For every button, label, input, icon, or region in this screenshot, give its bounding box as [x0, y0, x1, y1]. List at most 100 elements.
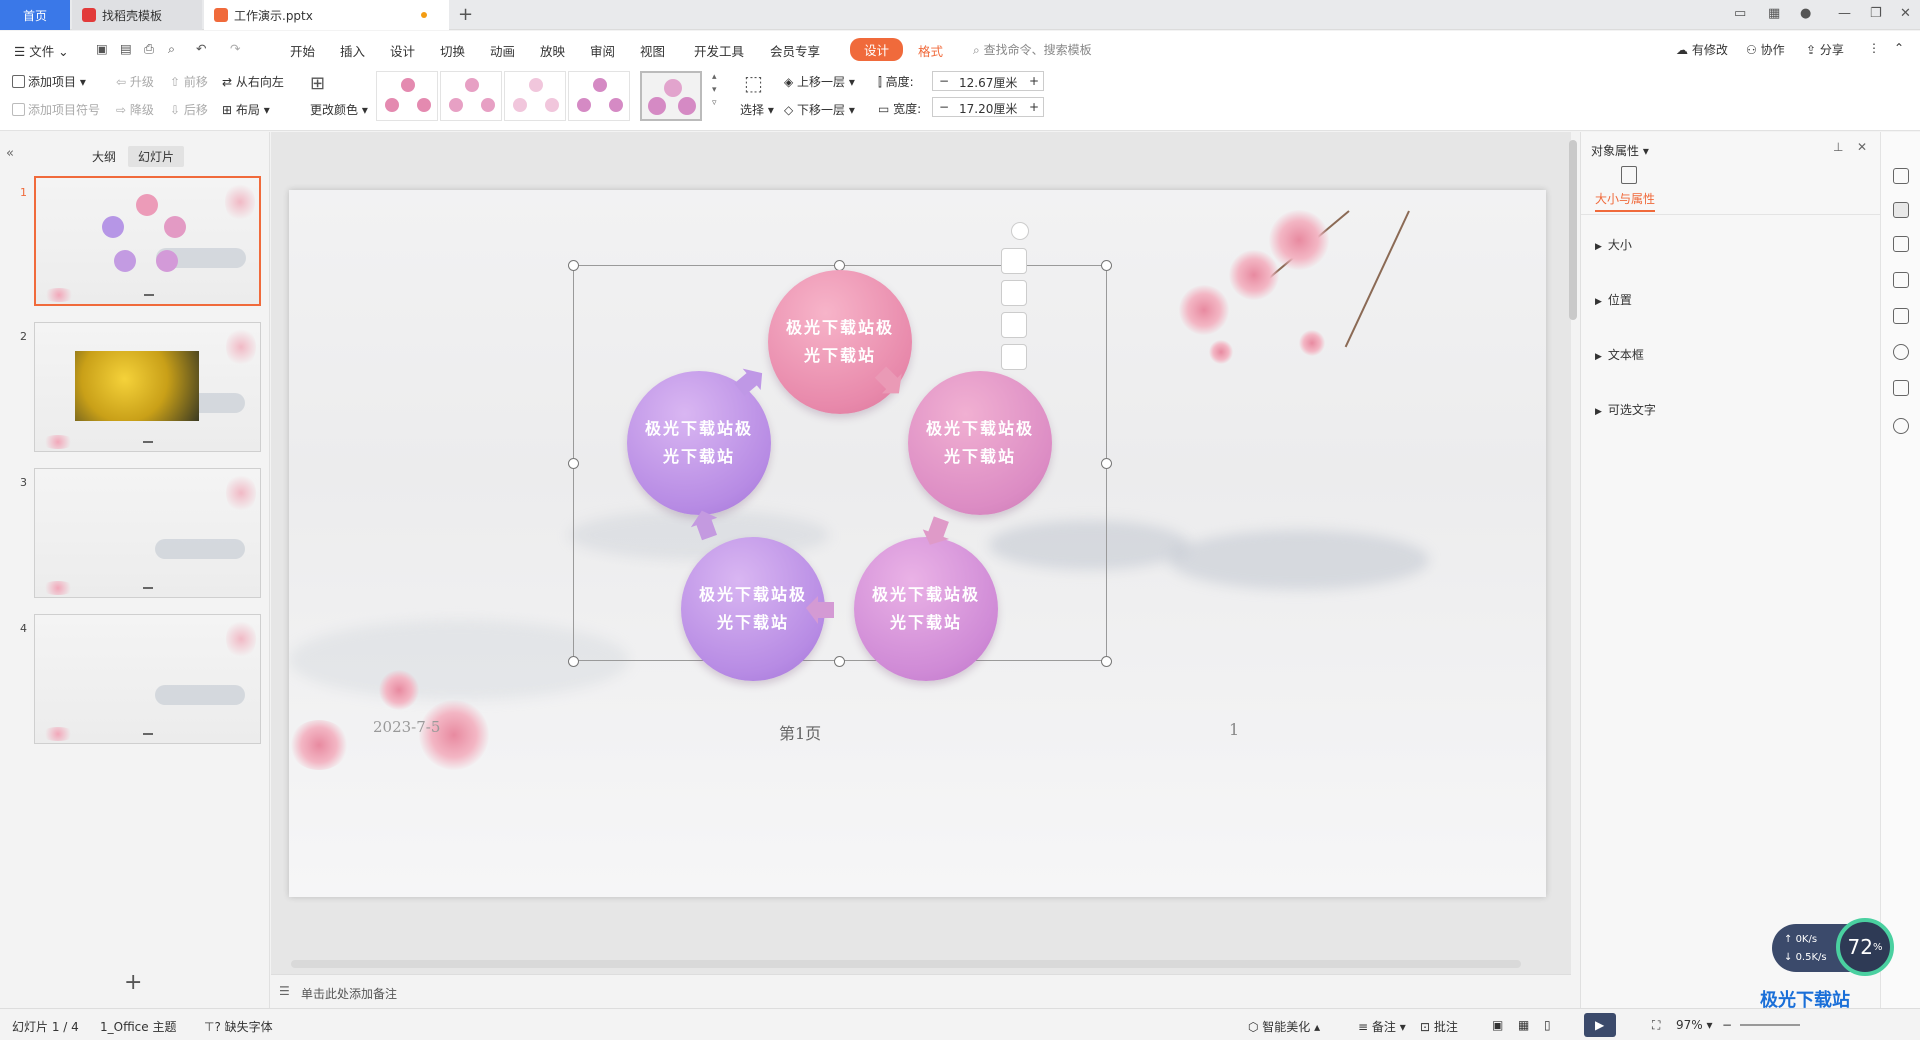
notes-area[interactable]: ☰ 单击此处添加备注: [271, 974, 1571, 1008]
command-search[interactable]: ⌕ 查找命令、搜索模板: [973, 41, 1092, 58]
avatar[interactable]: ●: [1800, 6, 1811, 21]
swatch-scroll[interactable]: ▴ ▾ ▿: [712, 71, 717, 110]
missing-font-button[interactable]: ⊤? 缺失字体: [204, 1018, 273, 1035]
menu-slideshow[interactable]: 放映: [540, 41, 565, 60]
pin-icon[interactable]: ⊥: [1833, 140, 1843, 154]
right-to-left-button[interactable]: ⇄ 从右向左: [222, 73, 284, 90]
add-bullet-button[interactable]: 添加项目符号: [12, 101, 100, 118]
normal-view-icon[interactable]: ▣: [1492, 1018, 1503, 1032]
section-size[interactable]: ▶ 大小: [1595, 236, 1632, 253]
add-item-button[interactable]: 添加项目 ▾: [12, 73, 86, 90]
layout-button[interactable]: ⊞ 布局 ▾: [222, 101, 270, 118]
zoom-slider[interactable]: [1740, 1024, 1800, 1026]
more-icon[interactable]: ⋮: [1868, 41, 1880, 55]
collapse-ribbon-icon[interactable]: ⌃: [1894, 41, 1904, 55]
close-panel-icon[interactable]: ✕: [1857, 140, 1867, 154]
restore-button[interactable]: ❐: [1870, 6, 1882, 21]
smart-beautify-button[interactable]: ⬡ 智能美化 ▴: [1248, 1018, 1320, 1035]
height-stepper[interactable]: − 12.67厘米 +: [932, 71, 1044, 91]
tab-smartart-design[interactable]: 设计: [850, 38, 904, 61]
move-forward-button[interactable]: ⇧ 前移: [170, 73, 208, 90]
play-slideshow-button[interactable]: ▶: [1584, 1013, 1616, 1037]
section-position[interactable]: ▶ 位置: [1595, 291, 1632, 308]
zoom-level[interactable]: 97% ▾: [1676, 1018, 1713, 1032]
change-color-button[interactable]: 更改颜色 ▾: [310, 101, 368, 118]
tab-outline[interactable]: 大纲: [82, 146, 126, 167]
height-increase[interactable]: +: [1029, 74, 1039, 88]
collaborate-button[interactable]: ⚇ 协作: [1746, 41, 1785, 58]
file-menu[interactable]: ☰ 文件 ⌄: [14, 41, 69, 60]
book-icon[interactable]: [1893, 380, 1909, 396]
export-icon[interactable]: ▤: [120, 41, 132, 56]
shape-fill-icon[interactable]: [1001, 280, 1027, 306]
promote-button[interactable]: ⇦ 升级: [116, 73, 154, 90]
menu-animation[interactable]: 动画: [490, 41, 515, 60]
style-swatch-2[interactable]: [440, 71, 502, 121]
move-back-button[interactable]: ⇩ 后移: [170, 101, 208, 118]
preview-icon[interactable]: ⌕: [168, 41, 175, 57]
menu-view[interactable]: 视图: [640, 41, 665, 60]
notes-toggle[interactable]: ≡ 备注 ▾: [1358, 1018, 1406, 1035]
new-tab-button[interactable]: +: [458, 4, 473, 25]
redo-icon[interactable]: ↷: [230, 41, 240, 56]
height-decrease[interactable]: −: [939, 74, 949, 88]
window-layout-icon[interactable]: ▭: [1734, 6, 1746, 21]
width-increase[interactable]: +: [1029, 100, 1039, 114]
minimize-button[interactable]: —: [1838, 6, 1851, 21]
image-icon[interactable]: [1893, 308, 1909, 324]
slide-thumbnail-1[interactable]: [34, 176, 261, 306]
cycle-node-right[interactable]: 极光下载站极光下载站: [908, 371, 1052, 515]
rocket-icon[interactable]: [1893, 168, 1909, 184]
select-button[interactable]: 选择 ▾: [740, 101, 774, 118]
tab-slides[interactable]: 幻灯片: [128, 146, 185, 167]
style-swatch-1[interactable]: [376, 71, 438, 121]
print-icon[interactable]: ⎙: [144, 41, 154, 57]
slide-thumbnail-2[interactable]: [34, 322, 261, 452]
pin-animation-icon[interactable]: [1893, 236, 1909, 252]
grid-icon[interactable]: ▦: [1768, 6, 1780, 21]
section-textbox[interactable]: ▶ 文本框: [1595, 346, 1644, 363]
copy-icon[interactable]: [1893, 272, 1909, 288]
resize-handle[interactable]: [568, 656, 579, 667]
menu-member[interactable]: 会员专享: [770, 41, 820, 60]
collapse-panel-icon[interactable]: «: [6, 146, 14, 161]
menu-developer[interactable]: 开发工具: [694, 41, 744, 60]
send-backward-button[interactable]: ◇ 下移一层 ▾: [784, 101, 855, 118]
slide-thumbnail-4[interactable]: [34, 614, 261, 744]
save-icon[interactable]: ▣: [96, 41, 108, 56]
layers-icon[interactable]: [1001, 248, 1027, 274]
tab-document[interactable]: 工作演示.pptx: [204, 0, 449, 30]
properties-icon[interactable]: [1893, 202, 1909, 218]
horizontal-scrollbar[interactable]: [291, 960, 1521, 968]
collapse-toolbar-icon[interactable]: [1011, 222, 1029, 240]
tab-home[interactable]: 首页: [0, 0, 70, 30]
resize-handle[interactable]: [834, 656, 845, 667]
tab-template[interactable]: 找稻壳模板: [72, 0, 202, 30]
zoom-out-button[interactable]: −: [1722, 1018, 1732, 1032]
menu-insert[interactable]: 插入: [340, 41, 365, 60]
slide-sorter-icon[interactable]: ▦: [1518, 1018, 1529, 1032]
style-swatch-5[interactable]: [640, 71, 702, 121]
undo-icon[interactable]: ↶: [196, 41, 206, 56]
width-stepper[interactable]: − 17.20厘米 +: [932, 97, 1044, 117]
resize-handle[interactable]: [568, 260, 579, 271]
compass-icon[interactable]: [1893, 344, 1909, 360]
comment-toggle[interactable]: ⊡ 批注: [1420, 1018, 1458, 1035]
style-swatch-4[interactable]: [568, 71, 630, 121]
demote-button[interactable]: ⇨ 降级: [116, 101, 154, 118]
bring-forward-button[interactable]: ◈ 上移一层 ▾: [784, 73, 855, 90]
cycle-node-bottom-right[interactable]: 极光下载站极光下载站: [854, 537, 998, 681]
add-slide-button[interactable]: +: [124, 970, 142, 995]
resize-handle[interactable]: [568, 458, 579, 469]
slide-thumbnail-3[interactable]: [34, 468, 261, 598]
close-button[interactable]: ✕: [1900, 6, 1911, 21]
slide[interactable]: 极光下载站极光下载站 极光下载站极光下载站 极光下载站极光下载站 极光下载站极光…: [289, 190, 1546, 897]
menu-transition[interactable]: 切换: [440, 41, 465, 60]
section-alt-text[interactable]: ▶ 可选文字: [1595, 401, 1656, 418]
resize-handle[interactable]: [1101, 458, 1112, 469]
share-button[interactable]: ⇪ 分享: [1806, 41, 1844, 58]
menu-design[interactable]: 设计: [390, 41, 415, 60]
theme-name[interactable]: 1_Office 主题: [100, 1018, 176, 1035]
width-value[interactable]: 17.20厘米: [959, 100, 1017, 117]
vertical-scrollbar[interactable]: [1569, 140, 1577, 320]
